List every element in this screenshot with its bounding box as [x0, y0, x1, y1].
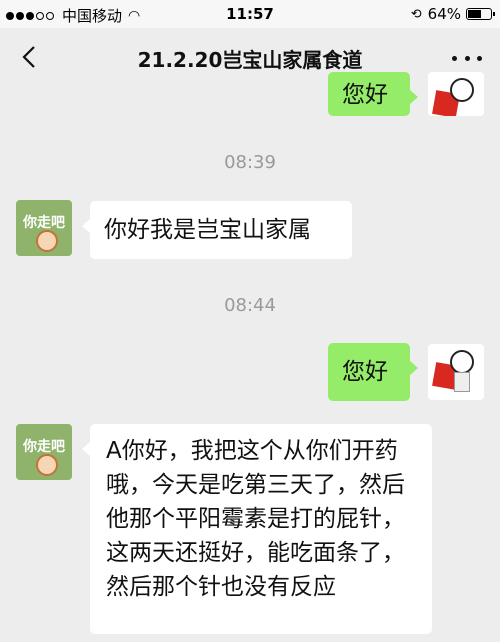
timestamp: 08:39 [224, 152, 276, 173]
more-dots-icon [452, 55, 457, 61]
self-avatar[interactable] [428, 344, 484, 400]
nurse-icon [450, 350, 474, 374]
chat-title: 21.2.20岂宝山家属食道 [137, 48, 363, 72]
status-bar: 中国移动 ◠ 11:57 ⟲ 64% [0, 0, 500, 28]
back-button[interactable] [14, 42, 44, 72]
message-text: 您好 [342, 82, 388, 108]
more-button[interactable] [452, 50, 482, 66]
message-text: 您好 [342, 359, 388, 385]
message-bubble-other[interactable]: A你好，我把这个从你们开药哦，今天是吃第三天了，然后他那个平阳霉素是打的屁针，这… [82, 424, 432, 634]
avatar-label: 你走吧 [23, 215, 65, 231]
message-bubble-other[interactable]: 你好我是岂宝山家属 [82, 201, 352, 259]
other-avatar[interactable]: 你走吧 [16, 424, 72, 480]
avatar-label: 你走吧 [23, 439, 65, 455]
nav-bar: 21.2.20岂宝山家属食道 [0, 28, 500, 88]
chevron-left-icon [22, 46, 35, 68]
self-avatar[interactable] [428, 72, 484, 116]
battery-group: ⟲ 64% [410, 5, 495, 23]
battery-icon [466, 8, 495, 20]
message-text: A你好，我把这个从你们开药哦，今天是吃第三天了，然后他那个平阳霉素是打的屁针，这… [106, 438, 405, 600]
chat-area[interactable]: 您好 08:39 你走吧 你好我是岂宝山家属 08:44 您好 你走吧 A你好，… [0, 72, 500, 642]
timestamp: 08:44 [224, 295, 276, 316]
message-bubble-self[interactable]: 您好 [328, 343, 418, 401]
battery-percent: 64% [427, 5, 461, 23]
battery-fill [468, 10, 481, 18]
message-bubble-self[interactable]: 您好 [328, 72, 418, 116]
other-avatar[interactable]: 你走吧 [16, 200, 72, 256]
message-text: 你好我是岂宝山家属 [104, 217, 311, 243]
rotation-lock-icon: ⟲ [410, 6, 422, 22]
